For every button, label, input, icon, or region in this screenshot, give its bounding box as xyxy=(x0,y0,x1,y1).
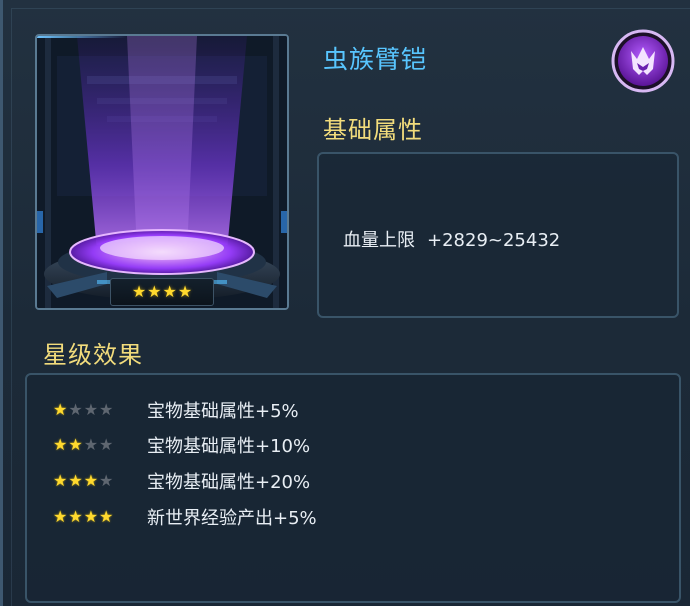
item-star-rating: ★ ★ ★ ★ xyxy=(110,278,214,306)
purple-zerg-emblem-icon xyxy=(611,29,675,93)
star-effect-row: ★ ★ ★ ★ 宝物基础属性+20% xyxy=(53,469,310,493)
star-icon: ★ xyxy=(131,282,147,301)
star-icon: ★ xyxy=(147,282,162,301)
attribute-value: +2829~25432 xyxy=(427,230,561,251)
treasure-detail-panel: ★ ★ ★ ★ 虫族臂铠 基础属性 血量上限 +2829~25432 星级效果 xyxy=(0,0,690,606)
effect-text: 宝物基础属性+10% xyxy=(147,436,311,457)
star-icon: ★ xyxy=(83,507,99,526)
base-attributes-label: 基础属性 xyxy=(323,116,423,144)
effect-star-rating: ★ ★ ★ ★ xyxy=(53,509,147,525)
star-icon: ★ xyxy=(53,400,68,419)
effect-text: 新世界经验产出+5% xyxy=(147,508,317,529)
item-pedestal-illustration xyxy=(37,36,287,308)
star-icon: ★ xyxy=(53,471,68,490)
star-icon: ★ xyxy=(99,507,114,526)
frame-corner-glow xyxy=(37,36,127,38)
star-icon: ★ xyxy=(68,471,83,490)
attribute-row: 血量上限 +2829~25432 xyxy=(343,226,560,252)
attribute-name: 血量上限 xyxy=(343,230,415,251)
item-display-frame: ★ ★ ★ ★ xyxy=(35,34,289,310)
star-effects-box: ★ ★ ★ ★ 宝物基础属性+5% ★ ★ ★ ★ 宝物基础属性+10% ★ ★ ★ ★ 宝物基础… xyxy=(25,373,681,603)
star-icon: ★ xyxy=(162,282,177,301)
star-icon: ★ xyxy=(83,400,99,419)
star-icon: ★ xyxy=(68,435,83,454)
effect-star-rating: ★ ★ ★ ★ xyxy=(53,402,147,418)
item-name: 虫族臂铠 xyxy=(323,45,428,74)
star-effect-row: ★ ★ ★ ★ 新世界经验产出+5% xyxy=(53,505,317,529)
effect-text: 宝物基础属性+5% xyxy=(147,401,299,422)
star-icon: ★ xyxy=(99,400,114,419)
star-icon: ★ xyxy=(99,435,114,454)
star-icon: ★ xyxy=(83,435,99,454)
star-effect-row: ★ ★ ★ ★ 宝物基础属性+5% xyxy=(53,398,299,422)
star-icon: ★ xyxy=(53,507,68,526)
star-effect-row: ★ ★ ★ ★ 宝物基础属性+10% xyxy=(53,433,310,457)
star-icon: ★ xyxy=(83,471,99,490)
effect-text: 宝物基础属性+20% xyxy=(147,472,311,493)
star-icon: ★ xyxy=(177,282,193,301)
star-icon: ★ xyxy=(99,471,114,490)
effect-star-rating: ★ ★ ★ ★ xyxy=(53,437,147,453)
effect-star-rating: ★ ★ ★ ★ xyxy=(53,473,147,489)
star-icon: ★ xyxy=(68,400,83,419)
base-attributes-box: 血量上限 +2829~25432 xyxy=(317,152,679,318)
star-icon: ★ xyxy=(68,507,83,526)
star-effects-label: 星级效果 xyxy=(43,341,143,369)
star-icon: ★ xyxy=(53,435,68,454)
